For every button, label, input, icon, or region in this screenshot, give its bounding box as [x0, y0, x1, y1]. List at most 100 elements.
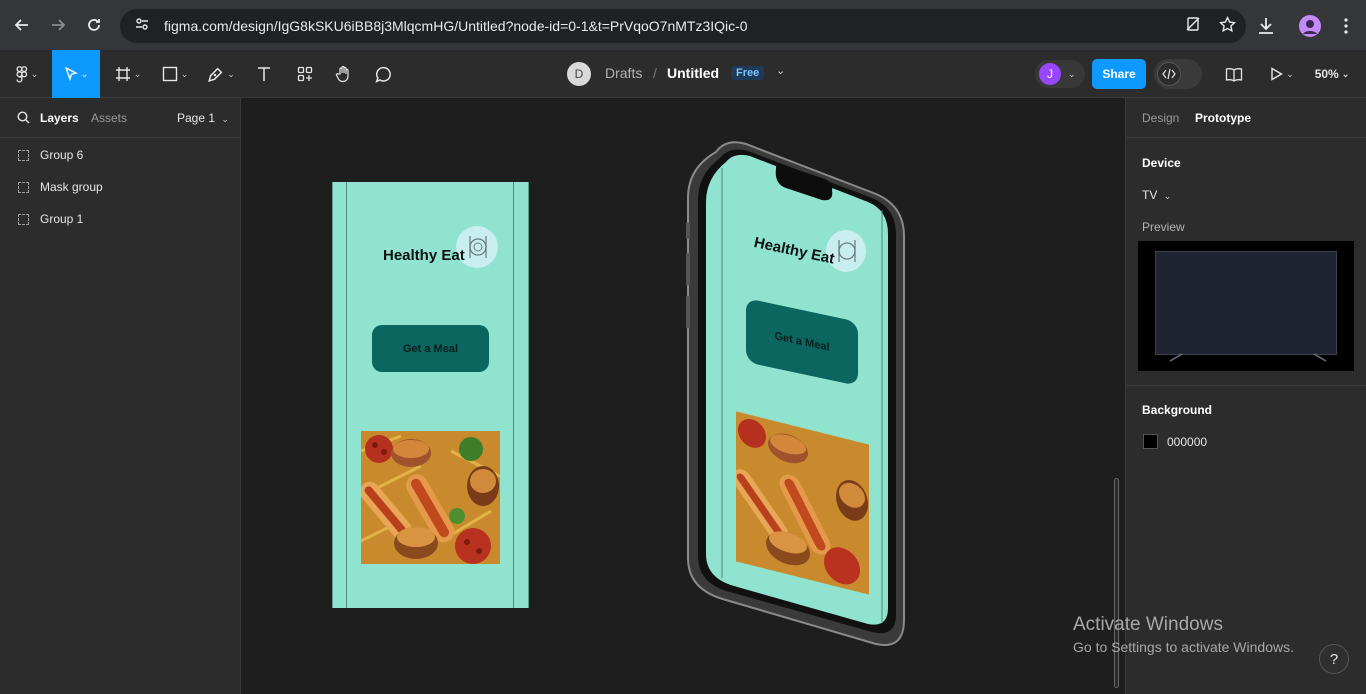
frame-tool-button[interactable]: ⌄	[108, 50, 148, 98]
plan-badge: Free	[731, 66, 765, 80]
get-meal-button[interactable]: Get a Meal	[746, 298, 858, 386]
search-icon[interactable]	[17, 111, 30, 129]
file-title[interactable]: Untitled	[667, 65, 719, 81]
chevron-down-icon: ⌄	[80, 68, 89, 79]
food-image[interactable]	[361, 431, 500, 564]
activate-windows-watermark: Activate Windows Go to Settings to activ…	[1073, 614, 1294, 655]
page-selector[interactable]: Page 1 ⌄	[177, 111, 229, 125]
bookmark-star-icon[interactable]	[1218, 15, 1237, 37]
frame-guide-line	[513, 182, 514, 608]
figma-logo-icon	[16, 65, 28, 83]
cursor-icon	[64, 67, 78, 81]
divider	[1126, 385, 1366, 386]
layers-panel-header: Layers Assets Page 1 ⌄	[0, 98, 240, 138]
figma-toolbar: ⌄ ⌄ ⌄ ⌄ ⌄ D Drafts / Untitled Free ⌄ J ⌄…	[0, 50, 1366, 98]
tv-screen	[1155, 251, 1337, 355]
app-title[interactable]: Healthy Eat	[752, 234, 835, 268]
text-tool-button[interactable]	[248, 50, 280, 98]
url-text[interactable]: figma.com/design/IgG8kSKU6iBB8j3MlqcmHG/…	[164, 18, 748, 34]
library-button[interactable]	[1218, 50, 1250, 98]
hand-icon	[335, 65, 353, 83]
dev-mode-toggle[interactable]	[1154, 59, 1202, 89]
download-icon[interactable]	[1248, 8, 1284, 49]
chevron-down-icon: ⌄	[1068, 68, 1076, 79]
no-tracking-icon[interactable]	[1185, 16, 1201, 36]
activate-title: Activate Windows	[1073, 614, 1223, 635]
zoom-level: 50%	[1314, 67, 1339, 81]
hand-tool-button[interactable]	[328, 50, 360, 98]
app-frame[interactable]: Healthy Eat Get a Meal	[332, 182, 529, 608]
main-menu-button[interactable]: ⌄	[8, 50, 46, 98]
device-value: TV	[1142, 188, 1158, 202]
tab-layers[interactable]: Layers	[40, 111, 79, 125]
code-icon	[1157, 62, 1181, 86]
browser-chrome: figma.com/design/IgG8kSKU6iBB8j3MlqcmHG/…	[0, 0, 1366, 50]
food-image[interactable]	[736, 411, 869, 595]
properties-panel: Design Prototype Device TV ⌄ Preview Bac…	[1125, 98, 1366, 694]
frame-icon	[115, 66, 131, 82]
shape-tool-button[interactable]: ⌄	[155, 50, 195, 98]
profile-avatar-icon[interactable]	[1298, 14, 1322, 43]
food-collage-icon	[361, 431, 500, 564]
layer-item[interactable]: Mask group	[18, 177, 103, 197]
device-preview	[1138, 241, 1354, 371]
comment-tool-button[interactable]	[367, 50, 399, 98]
tab-prototype[interactable]: Prototype	[1195, 111, 1251, 125]
pen-icon	[207, 66, 224, 83]
properties-tabs: Design Prototype	[1126, 98, 1366, 138]
background-swatch[interactable]	[1143, 434, 1158, 449]
get-meal-button[interactable]: Get a Meal	[372, 325, 489, 372]
chevron-down-icon: ⌄	[30, 68, 39, 79]
layer-item[interactable]: Group 1	[18, 209, 83, 229]
breadcrumb-drafts[interactable]: Drafts	[605, 65, 642, 81]
design-canvas[interactable]: Healthy Eat Get a Meal Healthy Eat Get a…	[241, 98, 1125, 694]
team-avatar[interactable]: D	[567, 62, 591, 86]
text-icon	[257, 66, 271, 82]
get-meal-label: Get a Meal	[774, 330, 830, 354]
device-select[interactable]: TV ⌄	[1142, 188, 1171, 202]
chevron-down-icon: ⌄	[221, 114, 229, 124]
zoom-menu[interactable]: 50% ⌄	[1308, 50, 1356, 98]
book-icon	[1225, 67, 1243, 82]
site-info-icon[interactable]	[134, 16, 150, 37]
group-icon	[18, 213, 29, 225]
chevron-down-icon: ⌄	[227, 68, 235, 79]
background-heading: Background	[1142, 403, 1213, 417]
present-button[interactable]: ⌄	[1262, 50, 1302, 98]
move-tool-button[interactable]: ⌄	[52, 50, 100, 98]
user-avatar[interactable]: J	[1039, 63, 1061, 85]
layer-item[interactable]: Group 6	[18, 145, 83, 165]
chevron-down-icon: ⌄	[1341, 68, 1350, 79]
address-bar[interactable]: figma.com/design/IgG8kSKU6iBB8j3MlqcmHG/…	[120, 9, 1246, 43]
tv-stand-icon	[1169, 353, 1327, 362]
help-button[interactable]: ?	[1319, 644, 1349, 674]
reload-icon[interactable]	[76, 7, 112, 43]
layer-name: Group 1	[40, 212, 84, 226]
activate-subtitle: Go to Settings to activate Windows.	[1073, 639, 1294, 655]
food-collage-icon	[736, 411, 869, 595]
rectangle-icon	[162, 66, 178, 82]
breadcrumb-separator: /	[653, 65, 657, 81]
chrome-menu-icon[interactable]	[1336, 18, 1356, 39]
layer-name: Group 6	[40, 148, 84, 162]
preview-label: Preview	[1142, 220, 1185, 234]
app-title[interactable]: Healthy Eat	[383, 247, 465, 264]
tab-assets[interactable]: Assets	[91, 111, 127, 125]
tab-design[interactable]: Design	[1142, 111, 1179, 125]
phone-mockup[interactable]: Healthy Eat Get a Meal	[686, 138, 906, 650]
back-icon[interactable]	[4, 7, 40, 43]
multiplayer-avatars[interactable]: J ⌄	[1035, 60, 1085, 88]
pen-tool-button[interactable]: ⌄	[201, 50, 241, 98]
components-icon	[297, 66, 313, 82]
share-button[interactable]: Share	[1092, 59, 1146, 89]
canvas-scrollbar[interactable]	[1114, 478, 1119, 688]
resources-button[interactable]	[289, 50, 321, 98]
phone-screen-content: Healthy Eat Get a Meal	[686, 138, 906, 650]
page-name: Page 1	[177, 111, 216, 125]
comment-icon	[374, 66, 392, 83]
forward-icon[interactable]	[40, 7, 76, 43]
background-hex-input[interactable]: 000000	[1167, 435, 1207, 449]
frame-guide-line	[346, 182, 347, 608]
chevron-down-icon: ⌄	[180, 68, 189, 79]
file-menu-chevron-icon[interactable]: ⌄	[776, 64, 785, 77]
